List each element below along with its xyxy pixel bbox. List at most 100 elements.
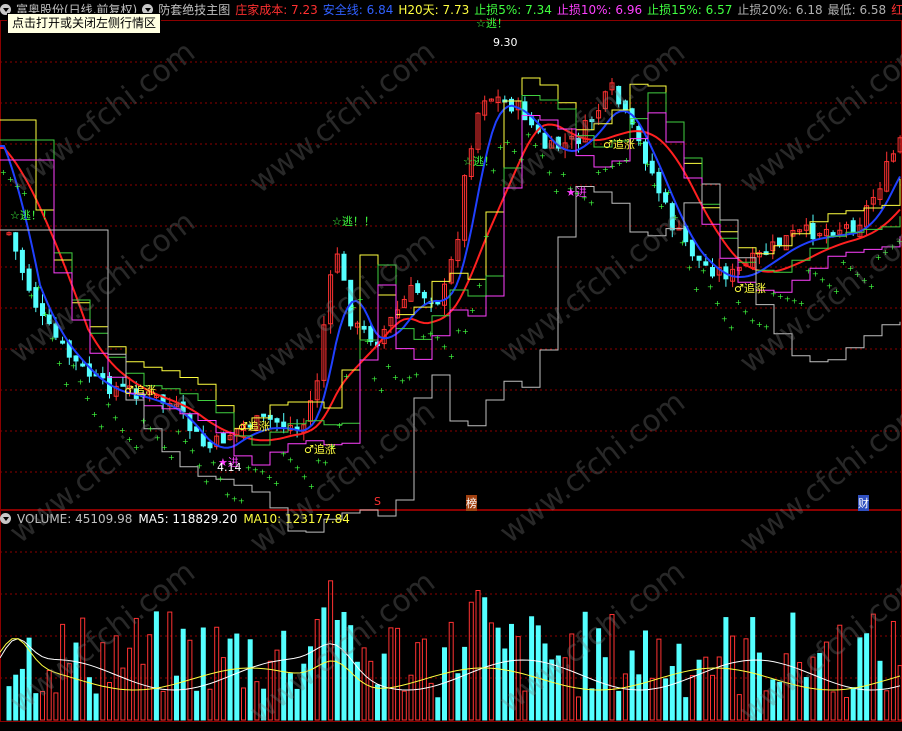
volume-bar — [227, 638, 233, 721]
support-dot: + — [161, 443, 168, 452]
volume-bar — [509, 623, 514, 721]
support-dot: + — [497, 143, 504, 152]
support-dot: + — [616, 159, 623, 168]
annotation-escape-2: ☆逃！！ — [332, 215, 375, 228]
candle-body — [435, 301, 441, 305]
support-dot: + — [182, 437, 189, 446]
volume-bar — [60, 623, 66, 721]
annotation-escape-3: ☆逃！ — [463, 155, 495, 168]
support-dot: + — [791, 297, 798, 306]
volume-bar — [783, 653, 789, 721]
volume-ma5: MA5: 118829.20 — [138, 512, 238, 526]
support-dot: + — [385, 362, 392, 371]
support-dot: + — [364, 337, 371, 346]
support-dot: + — [203, 478, 210, 487]
support-dot: + — [413, 370, 420, 379]
volume-bar — [93, 693, 99, 721]
support-dot: + — [896, 237, 902, 246]
volume-bar — [582, 611, 588, 721]
support-dot: + — [35, 284, 42, 293]
volume-bar — [770, 679, 776, 721]
support-dot: + — [252, 466, 259, 475]
volume-bar — [214, 626, 220, 721]
support-dot: + — [434, 333, 441, 342]
volume-dropdown-icon[interactable] — [0, 513, 11, 524]
support-dot: + — [476, 281, 483, 290]
volume-bar — [220, 657, 226, 721]
support-dot: + — [371, 375, 378, 384]
candle-body — [361, 325, 367, 330]
support-dot: + — [238, 497, 245, 506]
volume-bar — [850, 687, 856, 721]
stock-chart[interactable]: + + + + + + + + + + + + + + + + + + + + + + + + + + + + + + + + + + + + + + + +… — [0, 0, 902, 722]
support-dot: + — [833, 287, 840, 296]
volume-bar — [609, 613, 615, 721]
volume-bar — [636, 674, 642, 721]
volume-bar — [522, 690, 528, 721]
volume-header: VOLUME: 45109.98 MA5: 118829.20 MA10: 1231… — [0, 510, 356, 528]
volume-bar — [294, 688, 300, 721]
support-dot: + — [70, 361, 77, 370]
volume-value: VOLUME: 45109.98 — [17, 512, 133, 526]
volume-bar — [334, 619, 340, 721]
volume-bar — [549, 659, 555, 721]
volume-bar — [153, 611, 159, 721]
volume-bar — [663, 678, 669, 721]
support-dot: + — [840, 258, 847, 267]
support-dot: + — [602, 165, 609, 174]
support-dot: + — [322, 458, 329, 467]
support-dot: + — [721, 314, 728, 323]
support-dot: + — [819, 276, 826, 285]
volume-bar — [683, 697, 689, 721]
volume-bar — [86, 677, 92, 721]
volume-bar — [428, 682, 434, 721]
volume-bar — [803, 677, 809, 721]
support-dot: + — [399, 376, 406, 385]
support-dot: + — [560, 170, 567, 179]
volume-bar — [234, 633, 240, 721]
support-dot: + — [658, 202, 665, 211]
support-dot: + — [287, 456, 294, 465]
volume-bar — [33, 693, 39, 721]
volume-bar — [6, 686, 12, 721]
candle-body — [19, 249, 25, 273]
support-dot: + — [0, 168, 7, 177]
candle-body — [207, 441, 213, 449]
volume-bar — [442, 647, 447, 721]
support-dot: + — [63, 380, 70, 389]
volume-bar — [589, 688, 595, 721]
volume-bar — [864, 633, 870, 721]
support-dot: + — [826, 281, 833, 290]
volume-bar — [475, 590, 481, 721]
volume-bar — [596, 628, 602, 721]
support-dot: + — [175, 427, 182, 436]
support-dot: + — [539, 152, 546, 161]
volume-bar — [408, 674, 414, 721]
support-dot: + — [133, 443, 140, 452]
support-dot: + — [630, 118, 637, 127]
candle-body — [80, 363, 86, 367]
volume-bar — [482, 597, 488, 721]
support-dot: + — [588, 198, 595, 207]
candle-body — [710, 267, 715, 277]
marker-list: 榜 — [466, 495, 477, 511]
volume-bar — [857, 637, 863, 721]
toggle-quote-panel-tooltip[interactable]: 点击打开或关闭左侧行情区 — [7, 13, 162, 34]
support-dot: + — [112, 413, 119, 422]
support-dot: + — [343, 372, 350, 381]
candle-body — [649, 160, 655, 174]
support-dot: + — [805, 266, 812, 275]
volume-bar — [80, 617, 86, 721]
support-dot: + — [448, 352, 455, 361]
volume-bar — [247, 639, 253, 721]
volume-bar — [73, 642, 79, 721]
volume-bar — [66, 663, 72, 721]
support-dot: + — [105, 401, 112, 410]
support-dot: + — [868, 282, 875, 291]
support-dot: + — [469, 306, 476, 315]
volume-bar — [133, 617, 139, 721]
support-dot: + — [623, 156, 630, 165]
volume-bar — [314, 619, 320, 721]
volume-bar — [455, 673, 461, 721]
support-dot: + — [889, 243, 896, 252]
